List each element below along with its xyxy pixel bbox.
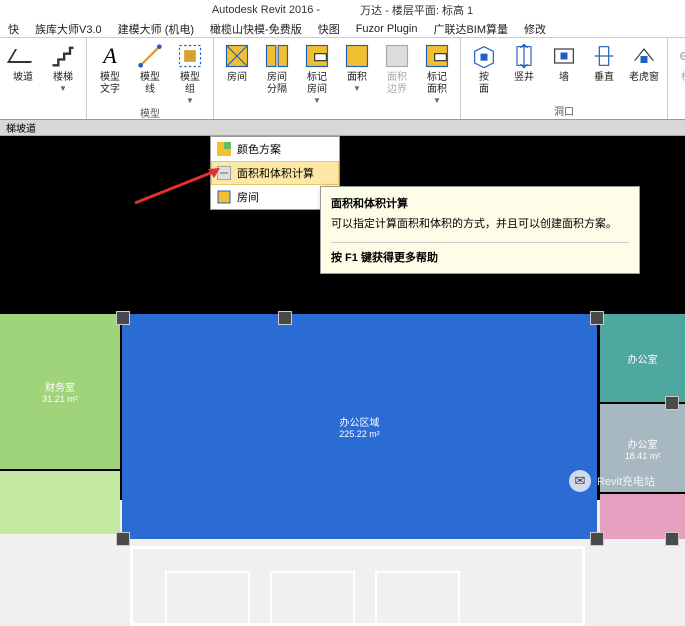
- tab[interactable]: 建模大师 (机电): [110, 21, 202, 37]
- selection-handle[interactable]: [590, 532, 604, 546]
- room-name: 财务室: [45, 379, 75, 394]
- panel-subtitle: 梯坡道: [0, 120, 685, 136]
- room-sep-button[interactable]: 房间分隔: [258, 40, 296, 96]
- room-name: 办公室: [628, 436, 658, 451]
- room-button[interactable]: 房间: [218, 40, 256, 84]
- stair-button[interactable]: 楼梯▼: [44, 40, 82, 93]
- shaft-icon: [510, 42, 538, 70]
- room-name: 办公室: [628, 351, 658, 366]
- room-sep-icon: [263, 42, 291, 70]
- tooltip-help: 按 F1 键获得更多帮助: [331, 242, 629, 265]
- group-label: 模型: [91, 105, 209, 119]
- wechat-icon: ✉: [569, 470, 591, 492]
- tab[interactable]: 快图: [310, 21, 348, 37]
- group-label: 洞口: [465, 103, 663, 117]
- tab[interactable]: 修改: [516, 21, 554, 37]
- room-area: 225.22 m²: [339, 429, 380, 439]
- text-icon: A: [96, 42, 124, 70]
- menu-color-scheme[interactable]: 颜色方案: [211, 137, 339, 161]
- face-icon: [470, 42, 498, 70]
- room-name: 办公区域: [340, 414, 380, 429]
- app-title: Autodesk Revit 2016 -: [212, 4, 320, 16]
- area-boundary-button: 面积边界: [378, 40, 416, 96]
- tab-bar: 快 族库大师V3.0 建模大师 (机电) 橄榄山快模-免费版 快图 Fuzor …: [0, 20, 685, 38]
- wall-opening-button[interactable]: 墙: [545, 40, 583, 84]
- selection-handle[interactable]: [590, 311, 604, 325]
- selection-handle[interactable]: [665, 532, 679, 546]
- area-boundary-icon: [383, 42, 411, 70]
- group-icon: [176, 42, 204, 70]
- stair-icon: [49, 42, 77, 70]
- ramp-button[interactable]: 坡道: [4, 40, 42, 84]
- watermark: ✉ Revit充电站: [569, 470, 655, 492]
- ramp-icon: [9, 42, 37, 70]
- tooltip-title: 面积和体积计算: [331, 195, 629, 211]
- selection-handle[interactable]: [665, 396, 679, 410]
- tooltip: 面积和体积计算 可以指定计算面积和体积的方式，并且可以创建面积方案。 按 F1 …: [320, 186, 640, 274]
- tab[interactable]: 橄榄山快模-免费版: [202, 21, 310, 37]
- tag-area-button[interactable]: 标记面积▼: [418, 40, 456, 105]
- tab[interactable]: 广联达BIM算量: [425, 21, 516, 37]
- doc-title: 万达 - 楼层平面: 标高 1: [360, 2, 473, 18]
- selection-handle[interactable]: [116, 311, 130, 325]
- tooltip-body: 可以指定计算面积和体积的方式，并且可以创建面积方案。: [331, 217, 629, 232]
- dormer-button[interactable]: 老虎窗: [625, 40, 663, 84]
- model-group-button[interactable]: 模型组▼: [171, 40, 209, 105]
- room-finance[interactable]: 财务室 31.21 m²: [0, 314, 120, 469]
- tag-area-icon: [423, 42, 451, 70]
- model-line-button[interactable]: 模型线: [131, 40, 169, 96]
- menu-area-volume-calc[interactable]: 面积和体积计算: [211, 161, 339, 185]
- area-icon: [343, 42, 371, 70]
- shaft-button[interactable]: 竖井: [505, 40, 543, 84]
- level-icon: [677, 42, 685, 70]
- room-area: 31.21 m²: [42, 394, 78, 404]
- vertical-button[interactable]: 垂直: [585, 40, 623, 84]
- model-text-button[interactable]: A模型文字: [91, 40, 129, 96]
- room-small[interactable]: [0, 471, 120, 534]
- tab[interactable]: Fuzor Plugin: [348, 23, 426, 35]
- room-mini-icon: [217, 190, 231, 204]
- tab[interactable]: 快: [0, 21, 27, 37]
- room-office-1[interactable]: 办公室: [600, 314, 685, 402]
- group-label: 基: [672, 103, 685, 117]
- by-face-button[interactable]: 按面: [465, 40, 503, 96]
- tag-room-button[interactable]: 标记房间▼: [298, 40, 336, 105]
- calc-icon: [217, 166, 231, 180]
- selection-handle[interactable]: [278, 311, 292, 325]
- area-button[interactable]: 面积▼: [338, 40, 376, 93]
- tab[interactable]: 族库大师V3.0: [27, 21, 110, 37]
- room-office-area[interactable]: 办公区域 225.22 m²: [122, 314, 597, 539]
- ribbon: 坡道 楼梯▼ A模型文字 模型线 模型组▼ 模型 房间 房间分隔 标记房间▼ 面…: [0, 38, 685, 120]
- palette-icon: [217, 142, 231, 156]
- room-area: 18.41 m²: [625, 451, 661, 461]
- dormer-icon: [630, 42, 658, 70]
- selection-handle[interactable]: [116, 532, 130, 546]
- tag-room-icon: [303, 42, 331, 70]
- line-icon: [136, 42, 164, 70]
- level-button: 标高: [672, 40, 685, 84]
- wall-icon: [550, 42, 578, 70]
- vertical-icon: [590, 42, 618, 70]
- room-icon: [223, 42, 251, 70]
